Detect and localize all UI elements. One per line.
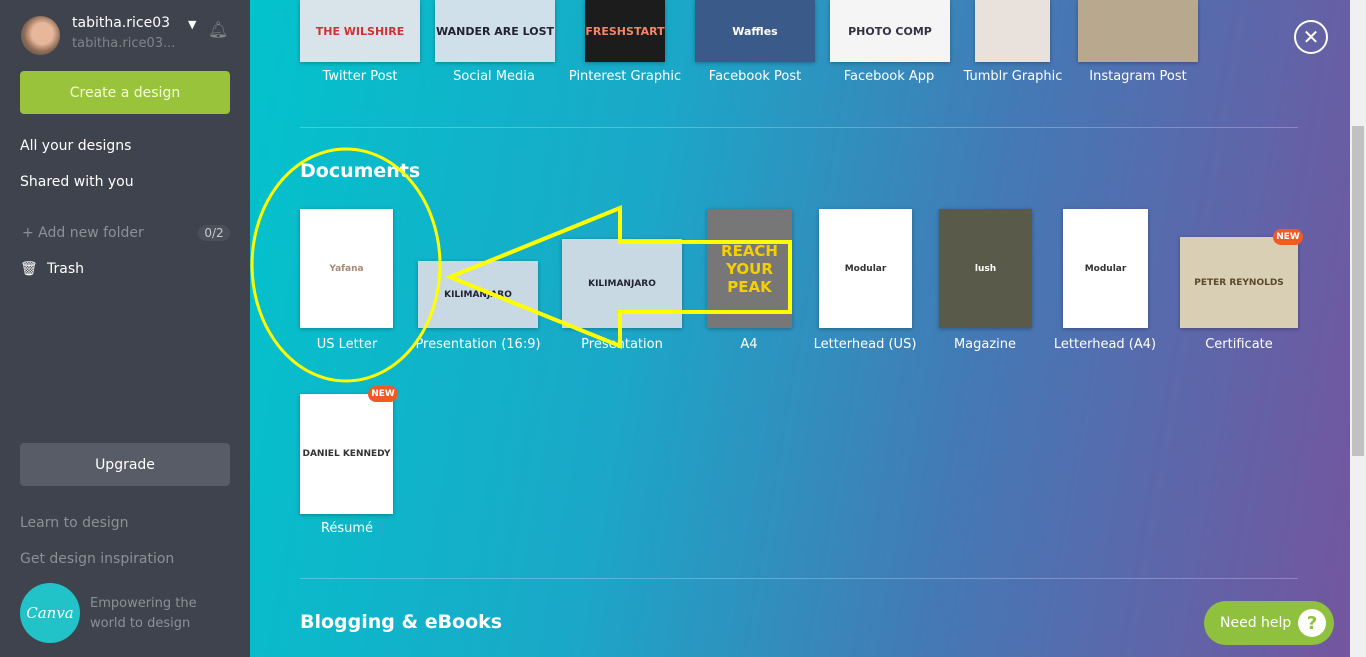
create-design-button[interactable]: Create a design (20, 71, 230, 114)
annotation-arrow (444, 205, 792, 349)
learn-link[interactable]: Learn to design (20, 515, 220, 531)
user-email: tabitha.rice03... (72, 36, 176, 51)
chevron-down-icon[interactable]: ▼ (188, 18, 200, 31)
scrollbar-thumb[interactable] (1352, 126, 1364, 456)
annotation-ellipse (250, 147, 442, 383)
upgrade-button[interactable]: Upgrade (20, 443, 230, 486)
avatar[interactable] (21, 16, 60, 55)
design-type-panel: THE WILSHIRE Twitter Post WANDER ARE LOST S… (250, 0, 1350, 657)
canva-logo[interactable]: Canva (20, 583, 80, 643)
sidebar: tabitha.rice03 tabitha.rice03... ▼ 🔔︎ Cr… (0, 0, 250, 657)
sidebar-item-all-designs[interactable]: All your designs (20, 138, 220, 154)
username[interactable]: tabitha.rice03 (72, 15, 187, 31)
annotation-overlay (250, 147, 792, 383)
trash-icon[interactable]: 🗑︎ (20, 261, 40, 277)
folder-count-badge: 0/2 (198, 225, 230, 241)
scrollbar[interactable] (1350, 0, 1366, 657)
tagline: Empowering the world to design (90, 596, 197, 631)
sidebar-item-shared[interactable]: Shared with you (20, 174, 220, 190)
sidebar-item-trash[interactable]: Trash (47, 261, 197, 277)
add-folder-link[interactable]: + Add new folder (22, 225, 192, 241)
inspiration-link[interactable]: Get design inspiration (20, 551, 220, 567)
bell-icon[interactable]: 🔔︎ (208, 20, 230, 39)
